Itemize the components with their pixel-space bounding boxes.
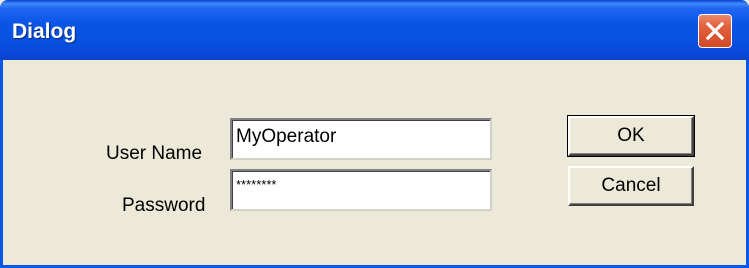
username-label: User Name <box>106 143 203 164</box>
username-input[interactable]: MyOperator <box>230 118 492 160</box>
window-title: Dialog <box>12 20 77 43</box>
close-button[interactable] <box>698 14 732 48</box>
password-input[interactable]: ******** <box>230 169 492 211</box>
cancel-button[interactable]: Cancel <box>568 166 694 206</box>
title-bar[interactable]: Dialog <box>0 0 749 60</box>
close-icon <box>705 21 725 41</box>
dialog-window: Dialog User Name MyOperator Password ***… <box>0 0 749 268</box>
password-label: Password <box>122 195 206 216</box>
ok-button[interactable]: OK <box>567 115 695 157</box>
